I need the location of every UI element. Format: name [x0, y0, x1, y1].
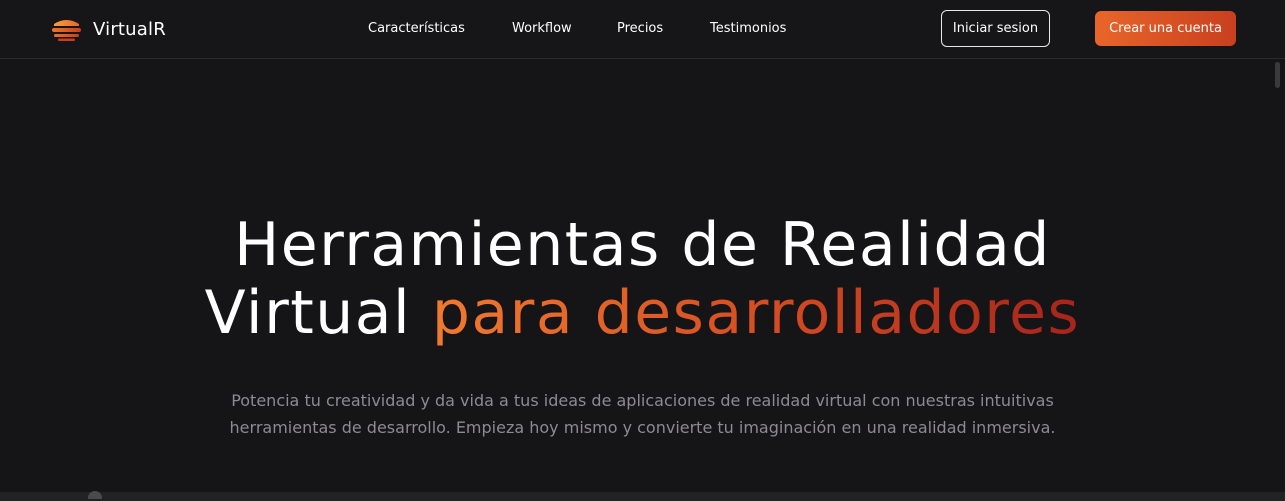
layered-stack-logo-icon	[52, 20, 81, 41]
hero-title: Herramientas de Realidad Virtual para de…	[0, 211, 1285, 347]
brand-name: VirtualR	[93, 18, 166, 40]
scrollbar-thumb[interactable]	[1275, 62, 1280, 88]
hero-title-plain: Virtual	[204, 278, 412, 348]
signup-button[interactable]: Crear una cuenta	[1095, 11, 1236, 46]
bottom-strip	[0, 491, 1285, 501]
nav-link-testimonios[interactable]: Testimonios	[710, 18, 786, 40]
login-button[interactable]: Iniciar sesion	[941, 10, 1050, 47]
hero-title-line-2: Virtual para desarrolladores	[0, 279, 1285, 347]
page-scrollbar[interactable]	[1273, 62, 1283, 487]
bottom-handle	[88, 491, 102, 499]
landing-page: VirtualR Características Workflow Precio…	[0, 0, 1285, 501]
hero-title-accent: para desarrolladores	[431, 278, 1081, 348]
nav-link-workflow[interactable]: Workflow	[512, 18, 572, 40]
top-navbar: VirtualR Características Workflow Precio…	[0, 0, 1285, 59]
nav-link-precios[interactable]: Precios	[617, 18, 663, 40]
brand-home-link[interactable]: VirtualR	[50, 15, 166, 43]
hero-title-line-1: Herramientas de Realidad	[234, 210, 1051, 280]
nav-link-caracteristicas[interactable]: Características	[368, 18, 465, 40]
hero-subtitle: Potencia tu creatividad y da vida a tus …	[229, 391, 1056, 437]
